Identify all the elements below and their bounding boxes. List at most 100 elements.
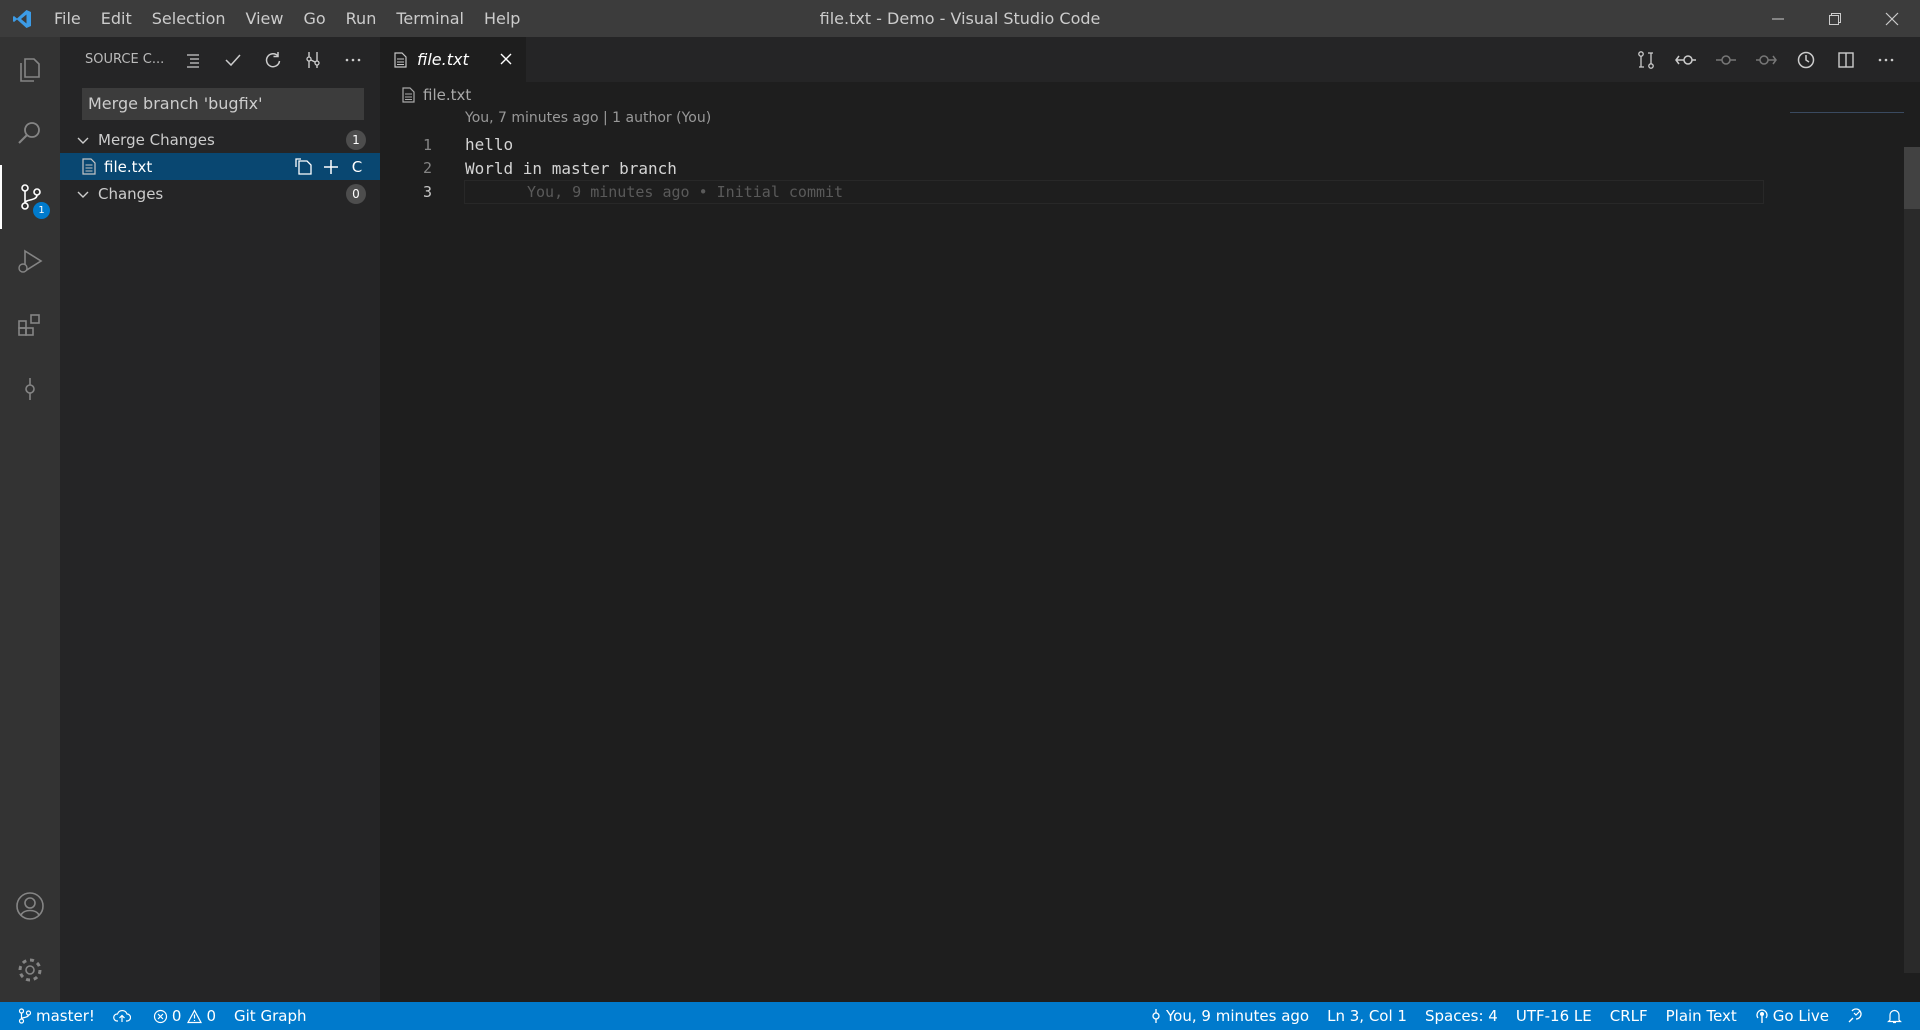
check-icon [225, 53, 241, 66]
code-lens-authors[interactable]: You, 7 minutes ago | 1 author (You) [465, 110, 711, 126]
branch-status[interactable]: master! [0, 1002, 104, 1030]
vertical-scrollbar[interactable] [1904, 147, 1920, 973]
indentation-status[interactable]: Spaces: 4 [1416, 1002, 1507, 1030]
menu-go[interactable]: Go [293, 0, 335, 37]
menu-view[interactable]: View [236, 0, 294, 37]
merge-file-item[interactable]: file.txt C [60, 153, 380, 180]
vscode-logo-icon[interactable] [0, 0, 44, 37]
encoding-status[interactable]: UTF-16 LE [1507, 1002, 1601, 1030]
accounts-button[interactable] [0, 874, 60, 938]
line-text: hello [465, 135, 514, 155]
cursor-position[interactable]: Ln 3, Col 1 [1318, 1002, 1416, 1030]
tab-close-button[interactable] [496, 49, 516, 69]
eol-status[interactable]: CRLF [1601, 1002, 1657, 1030]
file-status-conflict: C [351, 157, 363, 176]
bell-icon [1887, 1009, 1902, 1024]
line-text: World in master branch [465, 158, 677, 178]
previous-revision-button[interactable] [1666, 37, 1706, 82]
refresh-icon [265, 51, 281, 67]
git-commit-view-button[interactable] [0, 357, 60, 421]
merge-changes-label: Merge Changes [98, 130, 215, 149]
open-file-button[interactable] [292, 153, 318, 180]
git-commit-icon [1716, 54, 1736, 65]
restore-button[interactable] [1806, 0, 1863, 37]
window-controls [1749, 0, 1920, 37]
git-graph-status[interactable]: Git Graph [225, 1002, 315, 1030]
file-history-button[interactable] [1786, 37, 1826, 82]
status-bar: master! 0 0 Git Graph You, 9 minutes ago… [0, 1002, 1920, 1030]
sidebar-actions [173, 45, 373, 75]
restore-icon [1828, 12, 1841, 25]
extensions-icon [18, 314, 40, 336]
view-as-tree-button[interactable] [173, 45, 213, 75]
source-control-button[interactable]: 1 [0, 165, 60, 229]
close-window-button[interactable] [1863, 0, 1920, 37]
git-graph-button[interactable] [293, 45, 333, 75]
menu-selection[interactable]: Selection [142, 0, 236, 37]
run-debug-icon [18, 249, 43, 273]
cursor-position-text: Ln 3, Col 1 [1327, 1007, 1407, 1025]
editor-actions [1626, 37, 1906, 82]
code-editor[interactable]: 1 hello 2 World in master branch 3 You, … [380, 133, 1780, 204]
manage-button[interactable] [0, 938, 60, 1002]
changes-group[interactable]: Changes 0 [60, 180, 380, 207]
search-button[interactable] [0, 101, 60, 165]
split-editor-button[interactable] [1826, 37, 1866, 82]
open-changes-button[interactable] [1626, 37, 1666, 82]
chevron-down-icon [76, 187, 92, 201]
run-debug-button[interactable] [0, 229, 60, 293]
title-bar: File Edit Selection View Go Run Terminal… [0, 0, 1920, 37]
language-mode[interactable]: Plain Text [1657, 1002, 1746, 1030]
line-number: 2 [422, 159, 432, 178]
chevron-down-icon [76, 133, 92, 147]
blame-status[interactable]: You, 9 minutes ago [1141, 1002, 1318, 1030]
code-line-1[interactable]: 1 hello [380, 133, 1780, 157]
plus-icon [324, 159, 338, 174]
code-line-3[interactable]: 3 You, 9 minutes ago • Initial commit [380, 180, 1780, 204]
close-icon [500, 53, 512, 65]
publish-button[interactable] [104, 1002, 144, 1030]
menu-edit[interactable]: Edit [91, 0, 142, 37]
feedback-icon [1848, 1008, 1862, 1023]
code-line-2[interactable]: 2 World in master branch [380, 157, 1780, 181]
stage-changes-button[interactable] [318, 153, 344, 180]
problems-status[interactable]: 0 0 [144, 1002, 225, 1030]
commit-button[interactable] [213, 45, 253, 75]
go-live-button[interactable]: Go Live [1746, 1002, 1838, 1030]
explorer-button[interactable] [0, 37, 60, 101]
merge-changes-group[interactable]: Merge Changes 1 [60, 126, 380, 153]
notifications-button[interactable] [1878, 1002, 1920, 1030]
tab-file-txt[interactable]: file.txt [380, 37, 526, 82]
revision-commit-button[interactable] [1706, 37, 1746, 82]
menu-run[interactable]: Run [336, 0, 387, 37]
minimize-button[interactable] [1749, 0, 1806, 37]
feedback-button[interactable] [1838, 1002, 1878, 1030]
commit-message-input[interactable] [82, 88, 364, 120]
scm-badge: 1 [33, 202, 50, 219]
extensions-button[interactable] [0, 293, 60, 357]
git-commit-compare-icon [1675, 54, 1696, 65]
git-branch-icon [18, 1008, 32, 1024]
minimize-icon [1771, 18, 1784, 19]
menu-file[interactable]: File [44, 0, 91, 37]
menu-bar: File Edit Selection View Go Run Terminal… [44, 0, 530, 37]
git-graph-icon [306, 51, 320, 68]
breadcrumb-file[interactable]: file.txt [423, 86, 471, 104]
cloud-upload-icon [113, 1010, 131, 1022]
branch-name: master! [36, 1007, 95, 1025]
menu-terminal[interactable]: Terminal [386, 0, 474, 37]
merge-changes-count: 1 [346, 130, 366, 150]
scrollbar-thumb[interactable] [1904, 147, 1920, 209]
next-revision-button[interactable] [1746, 37, 1786, 82]
editor-more-actions-button[interactable] [1866, 37, 1906, 82]
warning-icon [187, 1008, 203, 1023]
account-icon [16, 892, 44, 920]
merge-file-name: file.txt [104, 157, 153, 176]
inline-blame-annotation: You, 9 minutes ago • Initial commit [527, 182, 844, 201]
menu-help[interactable]: Help [474, 0, 530, 37]
minimap[interactable] [1790, 112, 1904, 113]
history-icon [1797, 51, 1815, 68]
more-actions-button[interactable] [333, 45, 373, 75]
refresh-button[interactable] [253, 45, 293, 75]
sidebar-title: SOURCE C... [85, 52, 165, 67]
